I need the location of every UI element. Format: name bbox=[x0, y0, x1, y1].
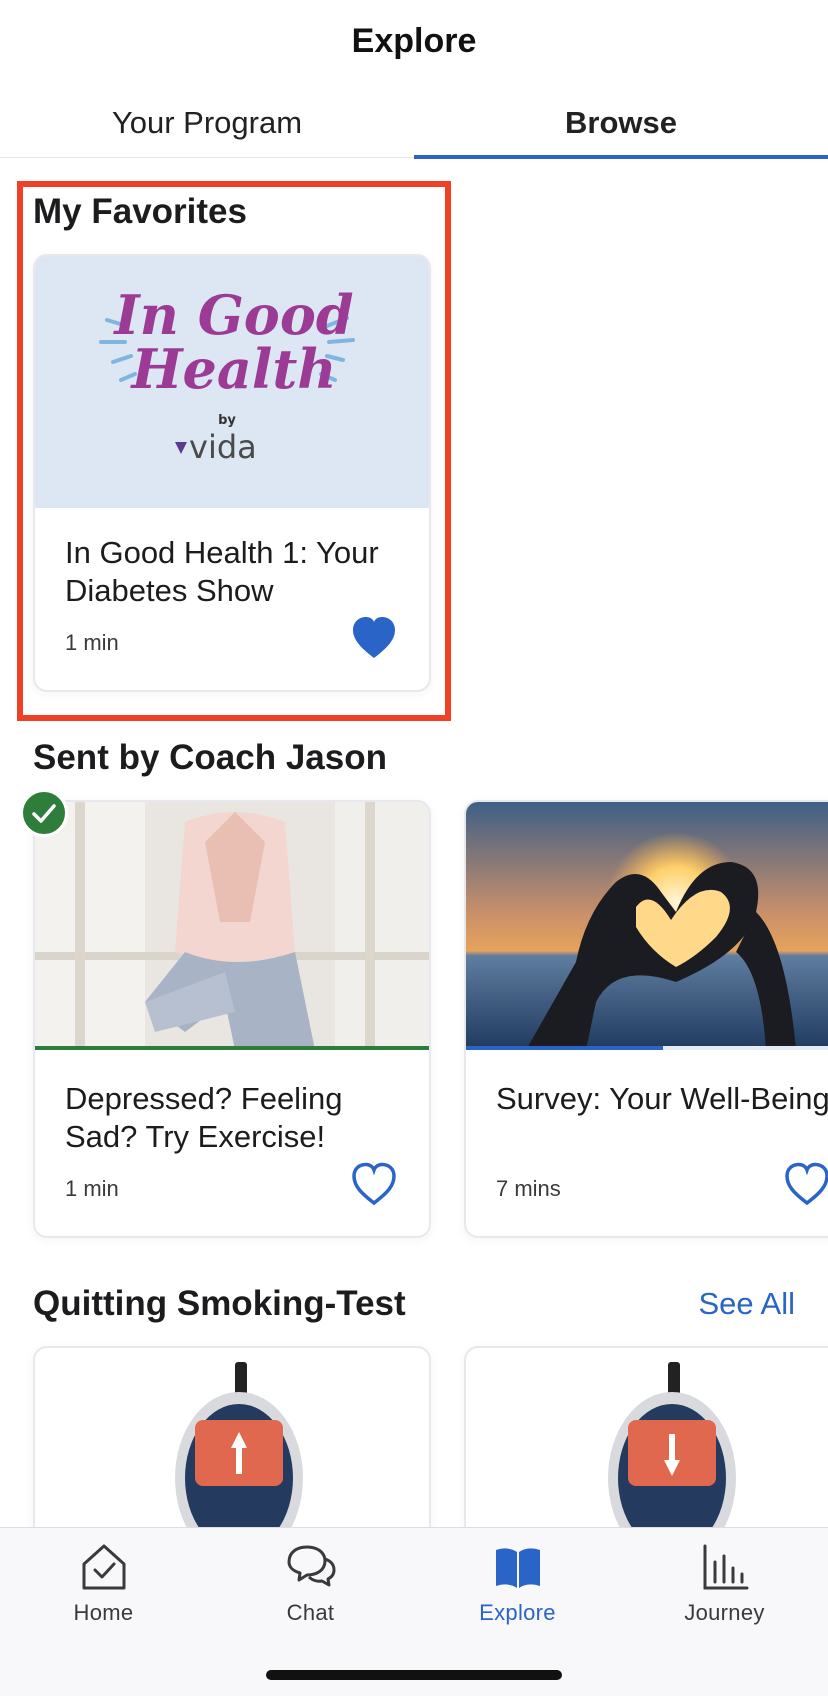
tab-bar: Your Program Browse bbox=[0, 96, 828, 159]
progress-fill bbox=[35, 1046, 429, 1050]
coach-section-title: Sent by Coach Jason bbox=[33, 738, 387, 777]
chat-bubbles-icon bbox=[287, 1545, 335, 1587]
home-indicator bbox=[266, 1670, 562, 1680]
nav-label: Journey bbox=[684, 1600, 765, 1625]
card-title: Survey: Your Well-Being bbox=[496, 1081, 828, 1116]
open-book-icon bbox=[495, 1548, 540, 1588]
nav-journey[interactable]: Journey bbox=[621, 1542, 828, 1626]
completed-check-icon bbox=[20, 789, 68, 837]
tab-your-program[interactable]: Your Program bbox=[0, 96, 414, 158]
yoga-photo bbox=[35, 802, 429, 1050]
card-duration: 1 min bbox=[65, 1176, 119, 1201]
highlight-box bbox=[17, 181, 451, 721]
page-title: Explore bbox=[351, 22, 477, 60]
heart-outline-icon[interactable] bbox=[351, 1162, 397, 1206]
nav-label: Explore bbox=[479, 1600, 556, 1625]
home-check-icon bbox=[82, 1544, 125, 1590]
heart-outline-icon[interactable] bbox=[784, 1162, 828, 1206]
nav-label: Home bbox=[73, 1600, 134, 1625]
heart-hands-image bbox=[466, 802, 828, 1050]
nav-explore[interactable]: Explore bbox=[414, 1542, 621, 1626]
nav-home[interactable]: Home bbox=[0, 1542, 207, 1626]
coach-card[interactable]: Survey: Your Well-Being 7 mins bbox=[464, 800, 828, 1238]
active-tab-indicator bbox=[414, 155, 828, 159]
progress-track bbox=[466, 1046, 828, 1050]
woman-yoga-image bbox=[35, 802, 429, 1050]
progress-fill bbox=[466, 1046, 663, 1050]
bar-chart-icon bbox=[703, 1544, 748, 1590]
card-duration: 7 mins bbox=[496, 1176, 561, 1201]
smoking-section-title: Quitting Smoking-Test bbox=[33, 1284, 406, 1323]
sunset-photo bbox=[466, 802, 828, 1050]
see-all-link[interactable]: See All bbox=[698, 1286, 795, 1322]
tab-browse[interactable]: Browse bbox=[414, 96, 828, 158]
coach-card[interactable]: Depressed? Feeling Sad? Try Exercise! 1 … bbox=[33, 800, 431, 1238]
progress-track bbox=[35, 1046, 429, 1050]
nav-chat[interactable]: Chat bbox=[207, 1542, 414, 1626]
nav-label: Chat bbox=[286, 1600, 335, 1625]
card-title: Depressed? Feeling Sad? Try Exercise! bbox=[65, 1081, 343, 1154]
